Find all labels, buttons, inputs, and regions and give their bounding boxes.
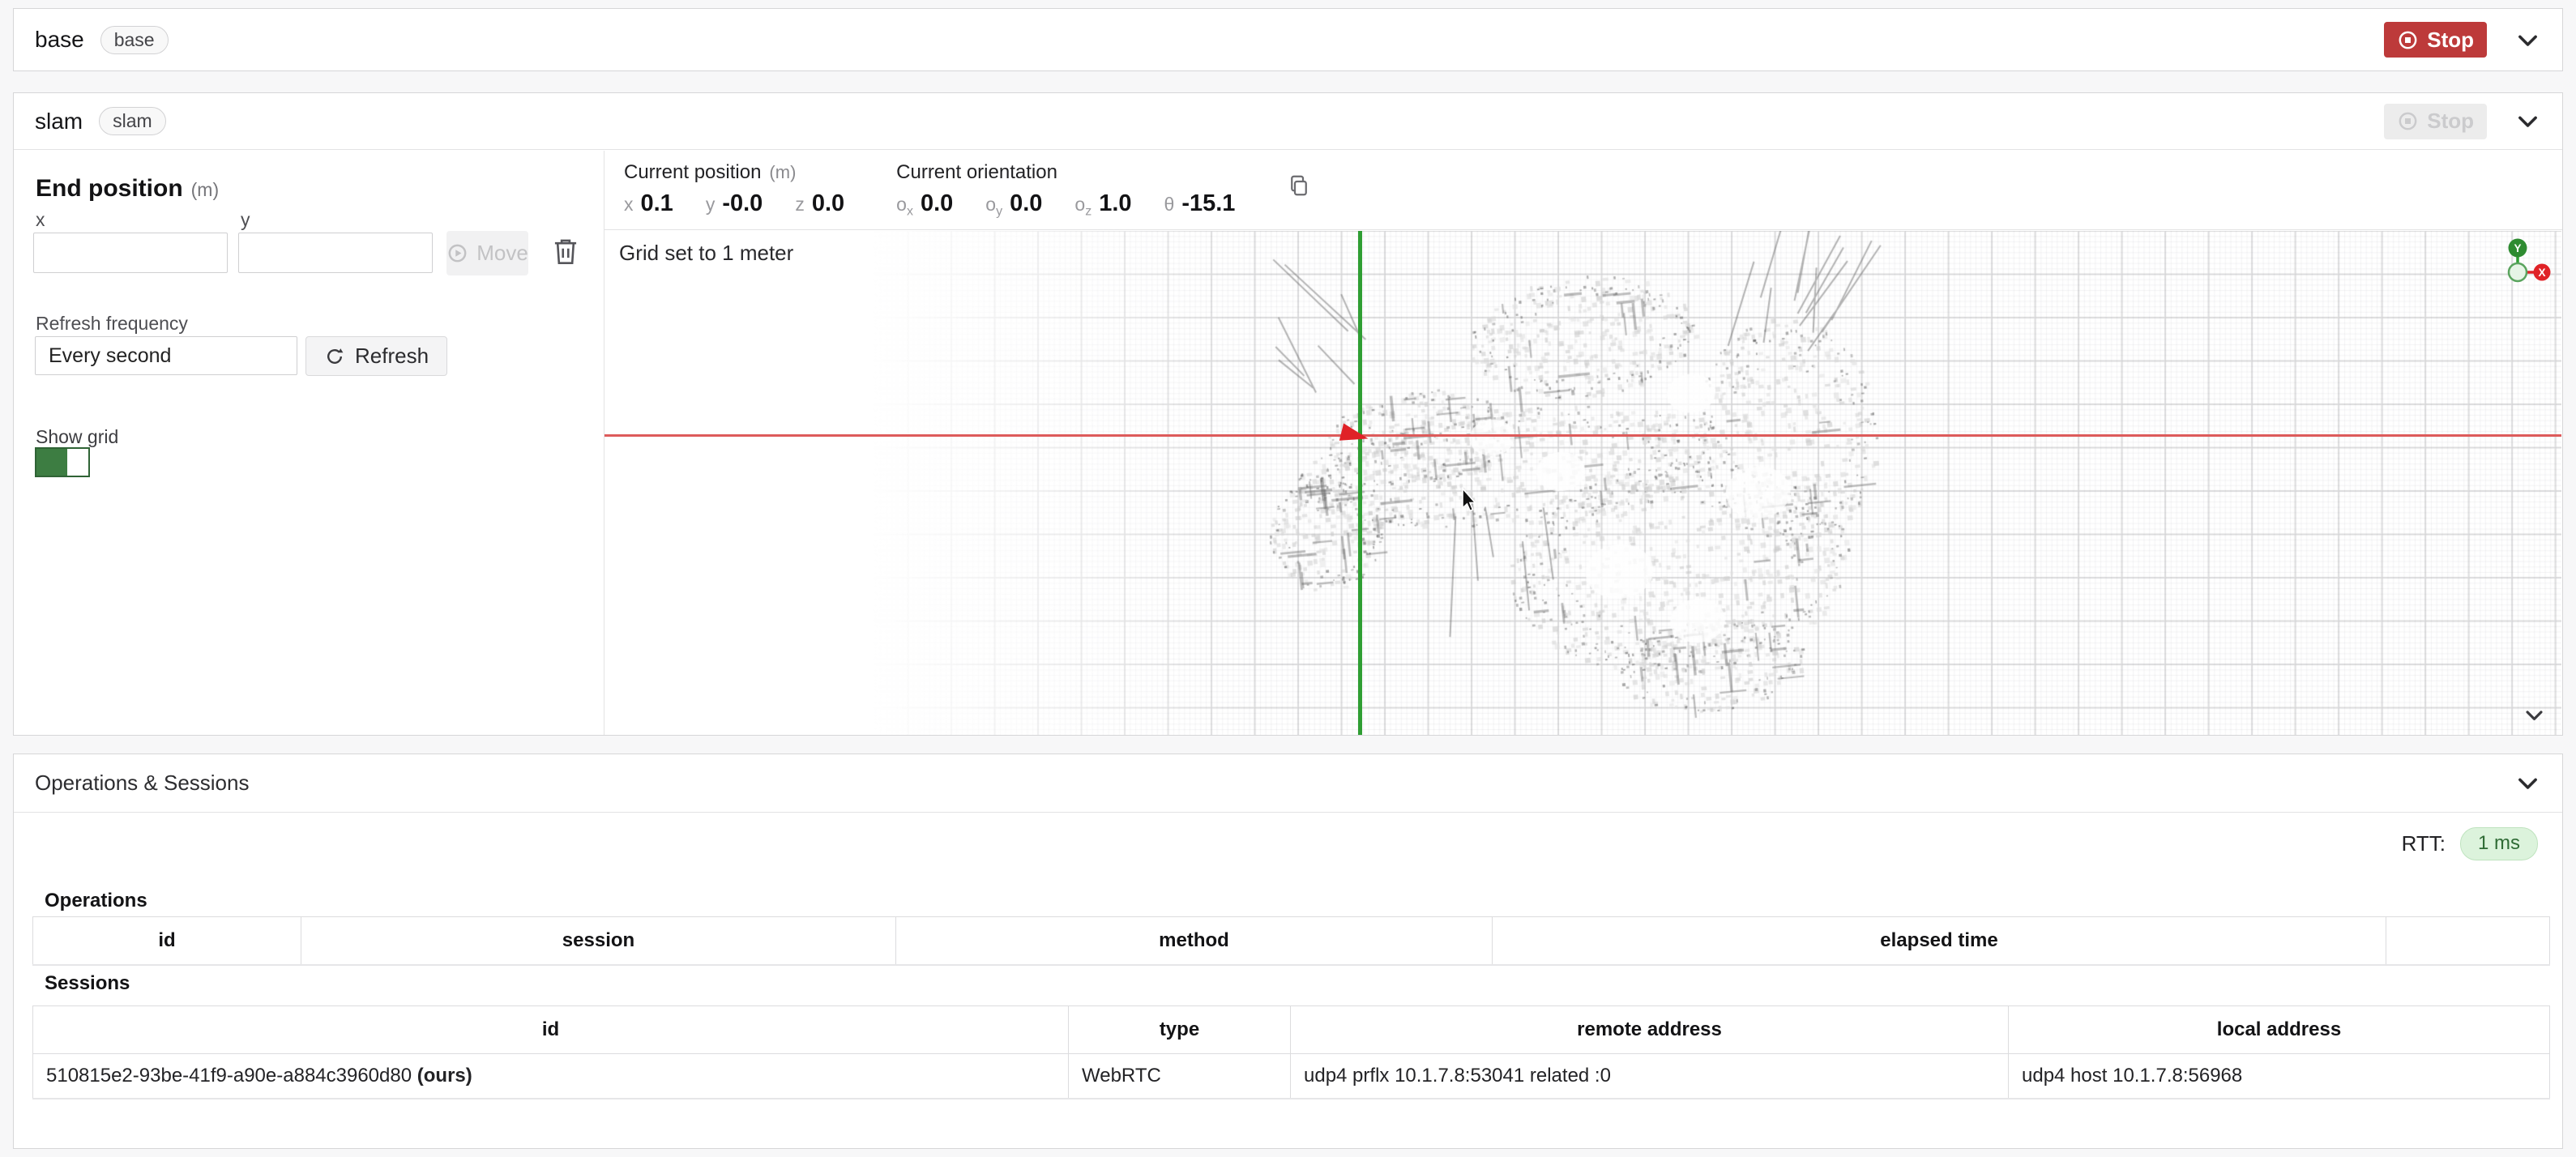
end-position-title: End position xyxy=(36,175,183,202)
collapse-panel-button[interactable] xyxy=(2514,27,2541,53)
column-header-session: session xyxy=(301,917,896,966)
refresh-icon xyxy=(324,346,345,367)
session-type-cell: WebRTC xyxy=(1069,1054,1291,1099)
session-local-address-cell: udp4 host 10.1.7.8:56968 xyxy=(2009,1054,2550,1099)
base-panel: base base Stop xyxy=(13,8,2563,71)
rtt-label: RTT: xyxy=(2402,831,2446,856)
current-position-heading: Current position xyxy=(624,161,761,183)
stop-button-disabled[interactable]: Stop xyxy=(2384,104,2487,139)
current-orientation-group: Current orientation ox 0.0 oy 0.0 oz 1.0 θ-… xyxy=(896,151,1235,220)
ori-ox-label: ox xyxy=(896,194,913,220)
stop-label: Stop xyxy=(2427,109,2474,134)
pos-y-value: -0.0 xyxy=(722,190,763,217)
copy-icon xyxy=(1287,173,1311,198)
panel-title: Operations & Sessions xyxy=(35,771,249,796)
end-position-form: End position (m) x y Move Refresh frequen… xyxy=(14,151,604,735)
operations-section-label: Operations xyxy=(45,890,147,912)
ori-oy-label: oy xyxy=(985,194,1002,220)
ori-oy-value: 0.0 xyxy=(1010,190,1042,217)
slam-map-view[interactable]: Y X Grid set to 1 meter xyxy=(604,231,2562,735)
collapse-panel-button[interactable] xyxy=(2514,770,2541,796)
play-circle-icon xyxy=(446,242,468,264)
chevron-down-icon xyxy=(2514,27,2541,53)
stop-circle-icon xyxy=(2397,29,2419,51)
stop-label: Stop xyxy=(2427,28,2474,53)
slam-panel-header: slam slam Stop xyxy=(14,93,2562,150)
y-field-label: y xyxy=(241,209,250,231)
show-grid-toggle[interactable] xyxy=(35,447,90,477)
refresh-frequency-label: Refresh frequency xyxy=(36,313,188,335)
sessions-section-label: Sessions xyxy=(45,972,130,995)
map-canvas[interactable] xyxy=(604,231,2561,735)
ori-ox-value: 0.0 xyxy=(921,190,953,217)
rtt-value-badge: 1 ms xyxy=(2460,827,2538,860)
stop-circle-icon xyxy=(2397,110,2419,132)
delete-end-position-button[interactable] xyxy=(552,237,579,268)
current-position-group: Current position (m) x 0.1 y -0.0 z 0.0 xyxy=(624,151,844,217)
column-header-blank xyxy=(2386,917,2550,966)
trash-icon xyxy=(552,237,579,266)
refresh-frequency-value: Every second xyxy=(49,344,171,368)
x-input[interactable] xyxy=(33,233,228,273)
show-grid-label: Show grid xyxy=(36,426,118,448)
current-position-unit: (m) xyxy=(769,162,796,182)
session-remote-address-cell: udp4 prflx 10.1.7.8:53041 related :0 xyxy=(1291,1054,2009,1099)
grid-scale-note: Grid set to 1 meter xyxy=(619,241,793,266)
ori-theta-label: θ xyxy=(1164,194,1175,220)
refresh-frequency-select[interactable]: Every second xyxy=(35,336,297,375)
move-label: Move xyxy=(476,241,528,266)
copy-pose-button[interactable] xyxy=(1287,173,1311,200)
panel-title: slam xyxy=(35,109,83,134)
slam-panel: slam slam Stop End position (m) x y Move xyxy=(13,92,2563,736)
session-id-cell: 510815e2-93be-41f9-a90e-a884c3960d80 (ou… xyxy=(33,1054,1069,1099)
column-header-remote-address: remote address xyxy=(1291,1006,2009,1054)
pos-y-label: y xyxy=(706,194,716,216)
current-orientation-heading: Current orientation xyxy=(896,161,1057,183)
stop-button[interactable]: Stop xyxy=(2384,22,2487,58)
base-panel-header: base base Stop xyxy=(14,9,2562,70)
pos-x-label: x xyxy=(624,194,634,216)
refresh-label: Refresh xyxy=(355,344,429,369)
map-collapse-button[interactable] xyxy=(2523,703,2546,727)
ori-oz-label: oz xyxy=(1074,194,1091,220)
chevron-down-icon xyxy=(2514,108,2541,134)
pos-z-label: z xyxy=(795,194,805,216)
refresh-button[interactable]: Refresh xyxy=(305,336,447,376)
rtt-readout: RTT: 1 ms xyxy=(2402,827,2538,860)
sessions-header-row: id type remote address local address xyxy=(33,1006,2550,1054)
toggle-knob xyxy=(67,449,88,476)
column-header-type: type xyxy=(1069,1006,1291,1054)
column-header-id: id xyxy=(33,917,301,966)
y-input[interactable] xyxy=(238,233,433,273)
sessions-table: id type remote address local address 510… xyxy=(32,1005,2550,1099)
operations-sessions-header: Operations & Sessions xyxy=(14,754,2562,813)
column-header-local-address: local address xyxy=(2009,1006,2550,1054)
resource-type-badge: base xyxy=(100,26,169,54)
pos-x-value: 0.1 xyxy=(641,190,673,217)
end-position-unit: (m) xyxy=(191,179,219,200)
x-field-label: x xyxy=(36,209,45,231)
chevron-down-icon xyxy=(2523,703,2546,727)
column-header-id: id xyxy=(33,1006,1069,1054)
pos-z-value: 0.0 xyxy=(812,190,844,217)
collapse-panel-button[interactable] xyxy=(2514,108,2541,134)
pose-readout-strip: Current position (m) x 0.1 y -0.0 z 0.0 Curr… xyxy=(604,151,2562,230)
column-header-elapsed-time: elapsed time xyxy=(1493,917,2386,966)
chevron-down-icon xyxy=(2514,770,2541,796)
operations-header-row: id session method elapsed time xyxy=(33,917,2550,966)
panel-title: base xyxy=(35,27,84,53)
operations-table: id session method elapsed time xyxy=(32,916,2550,966)
move-button[interactable]: Move xyxy=(446,231,528,275)
ori-theta-value: -15.1 xyxy=(1181,190,1235,217)
operations-sessions-panel: Operations & Sessions RTT: 1 ms Operatio… xyxy=(13,754,2563,1149)
resource-type-badge: slam xyxy=(99,107,166,135)
end-position-heading: End position (m) xyxy=(36,175,219,203)
session-row: 510815e2-93be-41f9-a90e-a884c3960d80 (ou… xyxy=(33,1054,2550,1099)
ori-oz-value: 1.0 xyxy=(1099,190,1131,217)
column-header-method: method xyxy=(896,917,1493,966)
